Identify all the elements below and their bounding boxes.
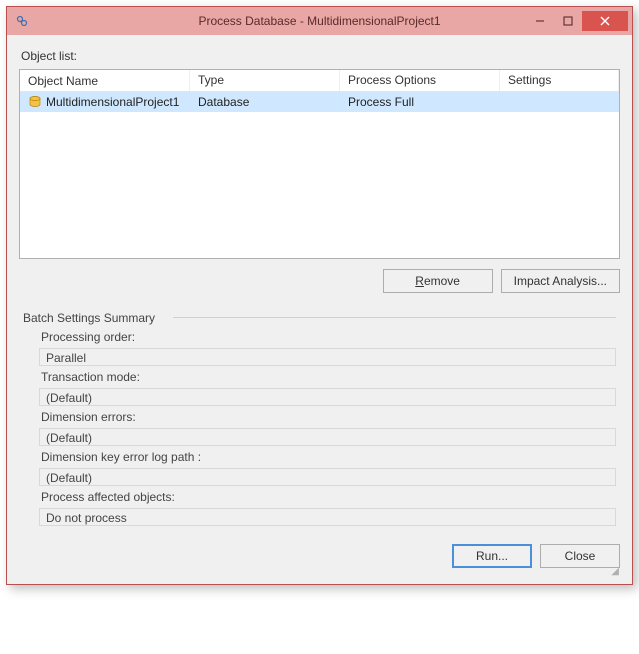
client-area: Object list: Object Name Type Process Op… xyxy=(7,35,632,584)
col-object-name[interactable]: Object Name xyxy=(20,70,190,91)
impact-analysis-button[interactable]: Impact Analysis... xyxy=(501,269,620,293)
database-icon xyxy=(28,95,42,109)
object-list-label: Object list: xyxy=(21,49,620,63)
col-type[interactable]: Type xyxy=(190,70,340,91)
transaction-mode-value: (Default) xyxy=(39,388,616,406)
object-list-header[interactable]: Object Name Type Process Options Setting… xyxy=(20,70,619,92)
object-list[interactable]: Object Name Type Process Options Setting… xyxy=(19,69,620,259)
cell-settings xyxy=(500,100,619,104)
resize-grip-icon[interactable]: ◢ xyxy=(19,568,620,576)
col-settings[interactable]: Settings xyxy=(500,70,619,91)
affected-value: Do not process xyxy=(39,508,616,526)
cell-name: MultidimensionalProject1 xyxy=(20,93,190,111)
process-database-dialog: Process Database - MultidimensionalProje… xyxy=(6,6,633,585)
processing-order-value: Parallel xyxy=(39,348,616,366)
dimension-errors-label: Dimension errors: xyxy=(41,410,616,424)
key-log-value: (Default) xyxy=(39,468,616,486)
key-log-label: Dimension key error log path : xyxy=(41,450,616,464)
batch-legend: Batch Settings Summary xyxy=(23,311,155,325)
dimension-errors-value: (Default) xyxy=(39,428,616,446)
object-row[interactable]: MultidimensionalProject1 Database Proces… xyxy=(20,92,619,112)
processing-order-label: Processing order: xyxy=(41,330,616,344)
close-window-button[interactable] xyxy=(582,11,628,31)
app-icon xyxy=(15,14,29,28)
minimize-button[interactable] xyxy=(526,11,554,31)
maximize-button[interactable] xyxy=(554,11,582,31)
transaction-mode-label: Transaction mode: xyxy=(41,370,616,384)
cell-name-text: MultidimensionalProject1 xyxy=(46,95,179,109)
batch-settings-summary: Batch Settings Summary Processing order:… xyxy=(19,311,620,532)
cell-type: Database xyxy=(190,93,340,111)
affected-label: Process affected objects: xyxy=(41,490,616,504)
cell-options: Process Full xyxy=(340,93,500,111)
col-options[interactable]: Process Options xyxy=(340,70,500,91)
titlebar[interactable]: Process Database - MultidimensionalProje… xyxy=(7,7,632,35)
run-button[interactable]: Run... xyxy=(452,544,532,568)
remove-button[interactable]: Remove xyxy=(383,269,493,293)
close-button[interactable]: Close xyxy=(540,544,620,568)
